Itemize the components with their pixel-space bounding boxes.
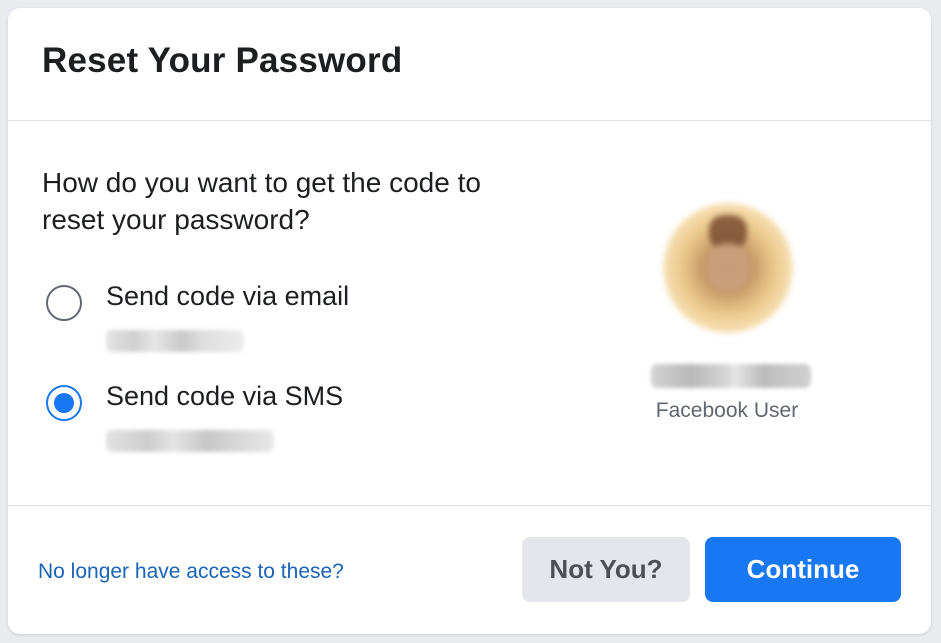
- radio-email[interactable]: [46, 285, 82, 321]
- dialog-header: Reset Your Password: [8, 8, 931, 121]
- reset-password-dialog: Reset Your Password How do you want to g…: [8, 8, 931, 634]
- radio-sms[interactable]: [46, 385, 82, 421]
- dialog-title: Reset Your Password: [42, 41, 403, 80]
- dialog-body: How do you want to get the code to reset…: [8, 121, 931, 506]
- redacted-email-address: [106, 330, 244, 352]
- option-email[interactable]: Send code via email: [46, 279, 426, 359]
- dialog-footer: No longer have access to these? Not You?…: [8, 506, 931, 634]
- redacted-phone-number: [106, 430, 274, 452]
- avatar: [663, 203, 793, 333]
- continue-button[interactable]: Continue: [705, 537, 901, 602]
- no-access-link[interactable]: No longer have access to these?: [38, 560, 344, 584]
- reset-question: How do you want to get the code to reset…: [42, 167, 481, 235]
- option-sms[interactable]: Send code via SMS: [46, 379, 426, 459]
- option-email-label: Send code via email: [106, 281, 350, 311]
- not-you-button[interactable]: Not You?: [522, 537, 690, 602]
- redacted-user-name: [651, 364, 811, 388]
- user-subtitle: Facebook User: [655, 399, 799, 422]
- option-sms-label: Send code via SMS: [106, 381, 344, 411]
